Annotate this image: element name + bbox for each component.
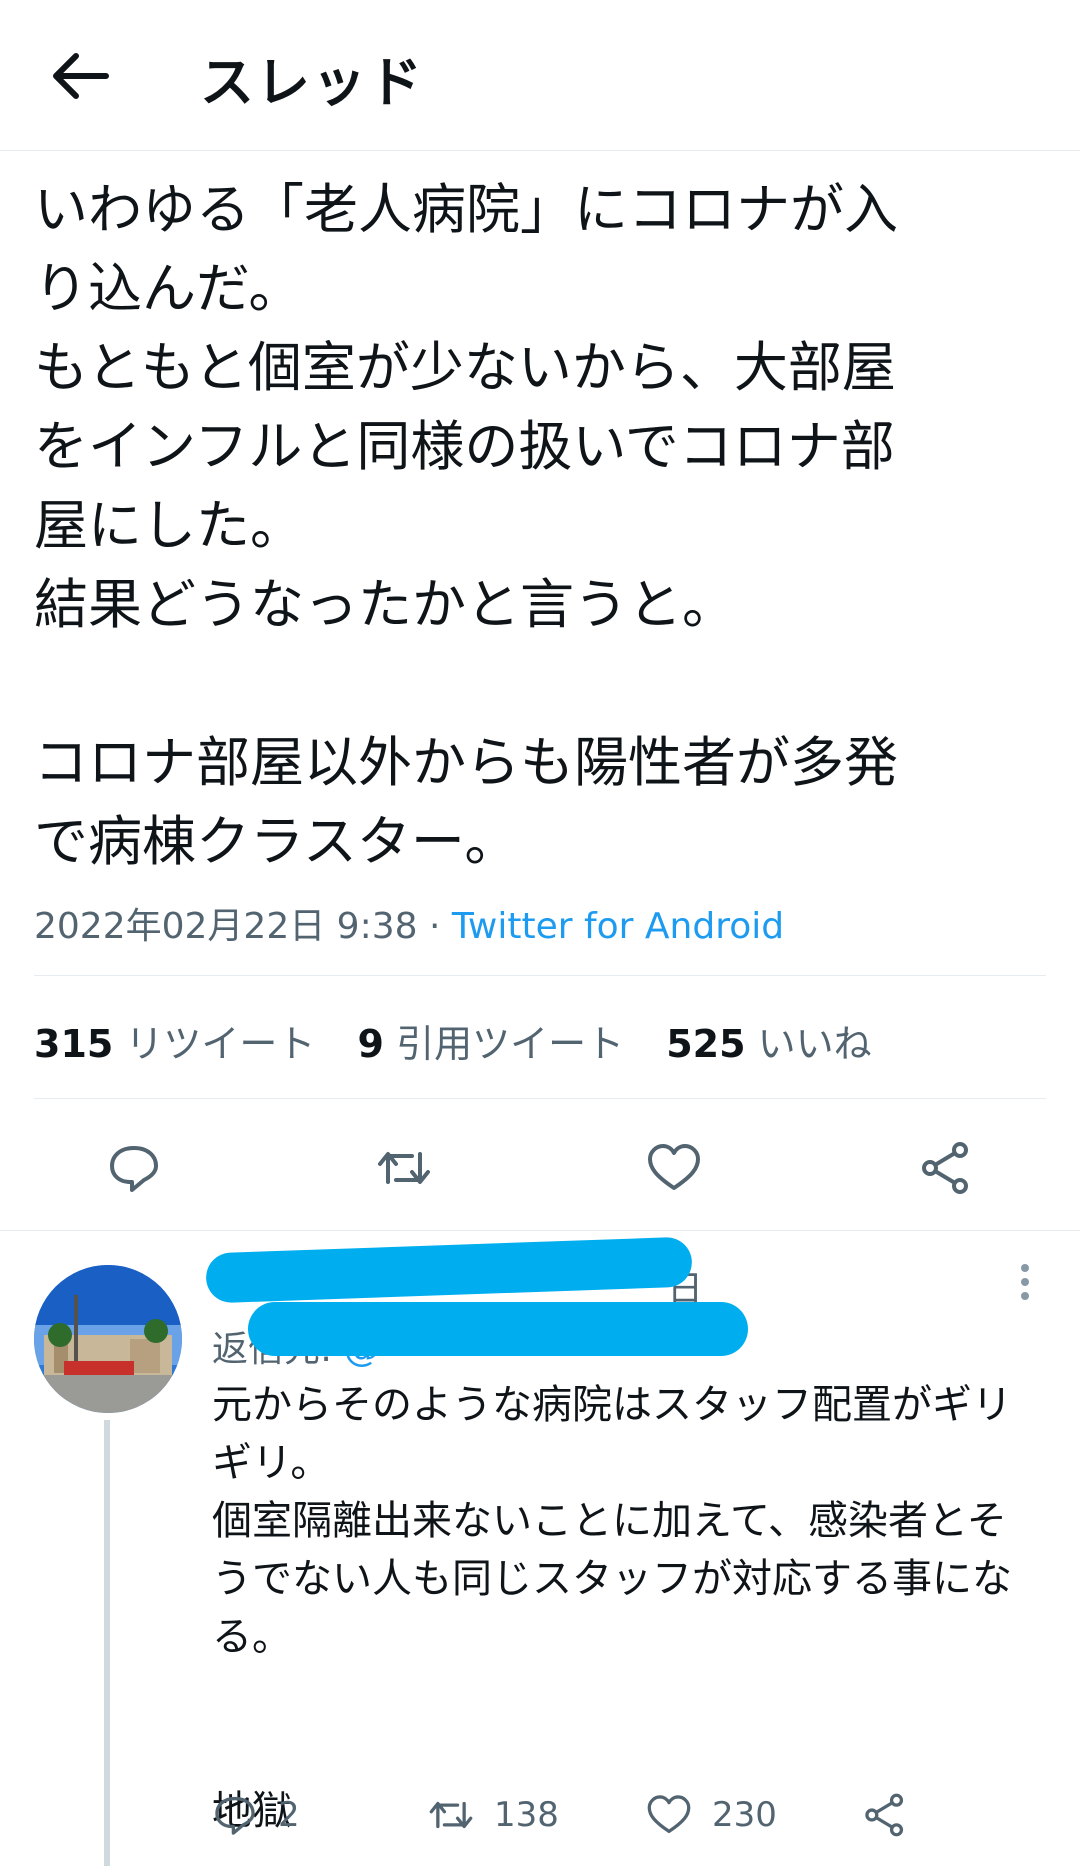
tweet-timestamp[interactable]: 2022年02月22日 9:38 (34, 906, 418, 947)
share-icon (865, 1793, 904, 1837)
back-arrow-icon (53, 53, 109, 99)
like-icon (648, 1144, 700, 1190)
thread-line (104, 1420, 110, 1866)
tweet-stats: 315 リツイート 9 引用ツイート 525 いいね (34, 1013, 902, 1068)
reply-retweet-button[interactable]: 138 (428, 1790, 559, 1840)
tweet-source-link[interactable]: Twitter for Android (452, 906, 784, 947)
quotes-count: 9 (357, 1022, 384, 1066)
more-icon (1021, 1264, 1029, 1300)
reply-count: 2 (278, 1795, 300, 1835)
reply-icon (110, 1146, 158, 1192)
back-button[interactable] (48, 46, 112, 106)
avatar[interactable] (34, 1265, 182, 1413)
section-divider (0, 1230, 1080, 1231)
retweets-count: 315 (34, 1022, 114, 1066)
quotes-label: 引用ツイート (396, 1022, 625, 1066)
reply-share-button[interactable] (862, 1790, 928, 1840)
like-icon (647, 1795, 691, 1834)
likes-stat[interactable]: 525 いいね (666, 1022, 871, 1066)
retweets-stat[interactable]: 315 リツイート (34, 1022, 315, 1066)
avatar-photo (34, 1265, 182, 1413)
reply-icon (215, 1796, 255, 1835)
reply-reply-button[interactable]: 2 (212, 1790, 300, 1840)
page-title: スレッド (200, 51, 424, 114)
divider (34, 975, 1046, 976)
likes-label: いいね (757, 1022, 872, 1066)
quotes-stat[interactable]: 9 引用ツイート (358, 1022, 625, 1066)
redaction-mark (205, 1236, 693, 1304)
share-button[interactable] (918, 1140, 974, 1196)
meta-separator: · (417, 906, 452, 947)
tweet-text: いわゆる「老人病院」にコロナが入 り込んだ。 もともと個室が少ないから、大部屋 … (34, 178, 898, 873)
retweet-icon (378, 1152, 430, 1184)
redaction-mark (248, 1302, 748, 1356)
like-button[interactable] (646, 1140, 702, 1196)
retweet-button[interactable] (376, 1140, 432, 1196)
reply-text: 元からそのような病院はスタッフ配置がギリ ギリ。 個室隔離出来ないことに加えて、… (212, 1382, 1012, 1834)
more-button[interactable] (1010, 1260, 1040, 1310)
tweet-meta: 2022年02月22日 9:38 · Twitter for Android (34, 897, 784, 949)
top-bar: スレッド (0, 0, 1080, 151)
retweets-label: リツイート (125, 1022, 316, 1066)
retweet-icon (429, 1801, 473, 1829)
likes-count: 525 (666, 1022, 746, 1066)
like-count: 230 (712, 1795, 777, 1835)
reply-button[interactable] (106, 1140, 162, 1196)
retweet-count: 138 (494, 1795, 559, 1835)
reply-like-button[interactable]: 230 (646, 1790, 777, 1840)
divider (34, 1098, 1046, 1099)
share-icon (922, 1142, 968, 1194)
